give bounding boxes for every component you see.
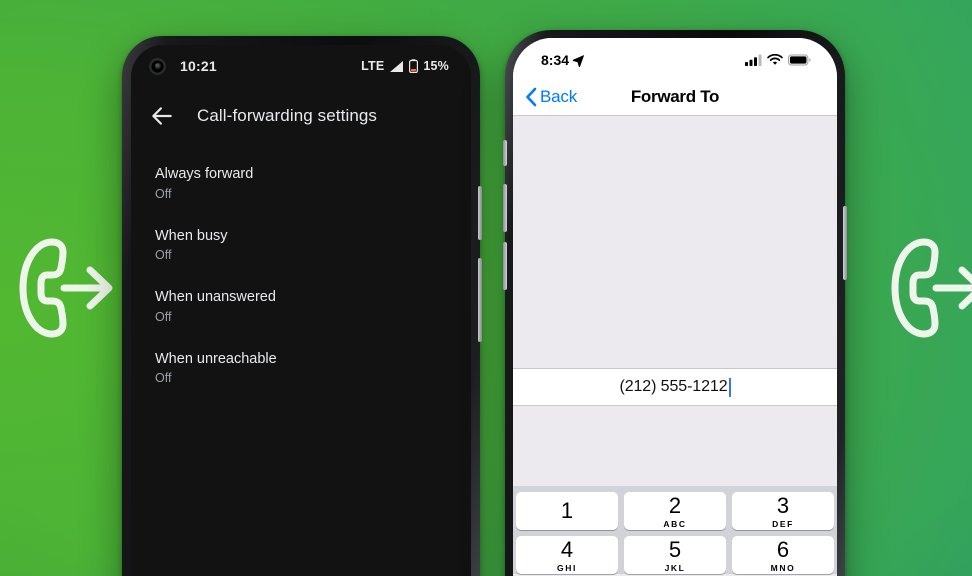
call-forwarding-icon-right xyxy=(878,232,972,349)
keypad-row: 4 GHI 5 JKL 6 MNO xyxy=(516,536,834,574)
list-item[interactable]: Always forward Off xyxy=(131,153,471,215)
keypad-key-3[interactable]: 3 DEF xyxy=(732,492,834,530)
keypad-key-2[interactable]: 2 ABC xyxy=(624,492,726,530)
keypad-key-letters: JKL xyxy=(664,562,686,573)
keypad-key-5[interactable]: 5 JKL xyxy=(624,536,726,574)
wifi-icon xyxy=(767,54,783,65)
keypad-key-number: 4 xyxy=(560,536,574,562)
android-battery-percent: 15% xyxy=(423,59,449,73)
android-screen: 10:21 LTE 15% Call-forwarding settings A… xyxy=(131,45,471,576)
list-item[interactable]: When unreachable Off xyxy=(131,338,471,400)
android-volume-button[interactable] xyxy=(478,258,482,342)
ios-clock: 8:34 xyxy=(541,52,570,68)
ios-status-bar: 8:34 xyxy=(513,38,837,78)
back-button[interactable]: Back xyxy=(525,87,577,107)
phone-number-input[interactable]: (212) 555-1212 xyxy=(619,378,727,396)
ios-nav-bar: Back Forward To xyxy=(513,78,837,116)
keypad-key-1[interactable]: 1 xyxy=(516,492,618,530)
keypad-key-number: 2 xyxy=(668,492,682,518)
keypad-key-number: 6 xyxy=(776,536,790,562)
forward-to-field-row[interactable]: (212) 555-1212 xyxy=(513,368,837,406)
iphone-mockup: 8:34 Back Forward To (212) 555-1212 1 2 … xyxy=(503,30,847,576)
front-camera-icon xyxy=(149,57,166,75)
ios-table-empty-area xyxy=(513,116,837,368)
keypad-row: 1 2 ABC 3 DEF xyxy=(516,492,834,530)
keypad-key-letters: DEF xyxy=(772,518,794,529)
battery-full-icon xyxy=(788,54,811,66)
call-forwarding-icon-left xyxy=(6,232,116,349)
text-caret xyxy=(728,377,731,397)
keypad-key-letters: ABC xyxy=(663,518,687,529)
call-forwarding-settings-list: Always forward Off When busy Off When un… xyxy=(131,145,471,399)
page-title: Call-forwarding settings xyxy=(197,106,378,125)
forward-to-field-wrap: (212) 555-1212 xyxy=(619,377,731,397)
keypad-key-6[interactable]: 6 MNO xyxy=(732,536,834,574)
numeric-keypad: 1 2 ABC 3 DEF 4 GHI 5 JKL 6 MNO xyxy=(513,486,837,574)
iphone-power-button[interactable] xyxy=(843,206,847,280)
back-button-label: Back xyxy=(540,86,577,106)
list-item[interactable]: When busy Off xyxy=(131,215,471,277)
list-item[interactable]: When unanswered Off xyxy=(131,276,471,338)
signal-bars-icon xyxy=(390,60,404,72)
ios-table-lower-area xyxy=(513,406,837,486)
location-arrow-icon xyxy=(572,54,585,67)
iphone-volume-up-button[interactable] xyxy=(503,184,507,232)
list-item-title: When unreachable xyxy=(155,350,277,367)
keypad-key-number: 1 xyxy=(560,498,574,523)
list-item-status: Off xyxy=(155,248,172,263)
list-item-status: Off xyxy=(155,186,172,201)
keypad-key-4[interactable]: 4 GHI xyxy=(516,536,618,574)
cellular-bars-icon xyxy=(745,54,762,66)
iphone-silent-switch[interactable] xyxy=(503,140,507,166)
android-app-bar: Call-forwarding settings xyxy=(131,87,471,145)
keypad-key-number: 3 xyxy=(776,492,790,518)
android-phone-mockup: 10:21 LTE 15% Call-forwarding settings A… xyxy=(122,36,482,576)
list-item-status: Off xyxy=(155,309,172,324)
list-item-title: Always forward xyxy=(155,166,254,182)
ios-status-left: 8:34 xyxy=(541,52,585,68)
ios-status-icons xyxy=(745,54,811,66)
android-power-button[interactable] xyxy=(478,186,482,240)
list-item-title: When unanswered xyxy=(155,289,276,306)
android-clock: 10:21 xyxy=(180,58,217,74)
list-item-title: When busy xyxy=(155,227,228,244)
list-item-status: Off xyxy=(155,371,172,386)
keypad-key-letters: MNO xyxy=(770,562,796,573)
android-status-bar: 10:21 LTE 15% xyxy=(131,45,471,87)
iphone-screen: 8:34 Back Forward To (212) 555-1212 1 2 … xyxy=(513,38,837,576)
iphone-volume-down-button[interactable] xyxy=(503,242,507,290)
keypad-key-number: 5 xyxy=(668,536,682,562)
android-network-label: LTE xyxy=(361,59,385,73)
chevron-left-icon xyxy=(526,87,537,106)
arrow-back-icon[interactable] xyxy=(149,103,175,129)
android-status-icons: LTE 15% xyxy=(361,59,449,73)
battery-low-icon xyxy=(409,59,419,73)
keypad-key-letters: GHI xyxy=(557,562,577,573)
